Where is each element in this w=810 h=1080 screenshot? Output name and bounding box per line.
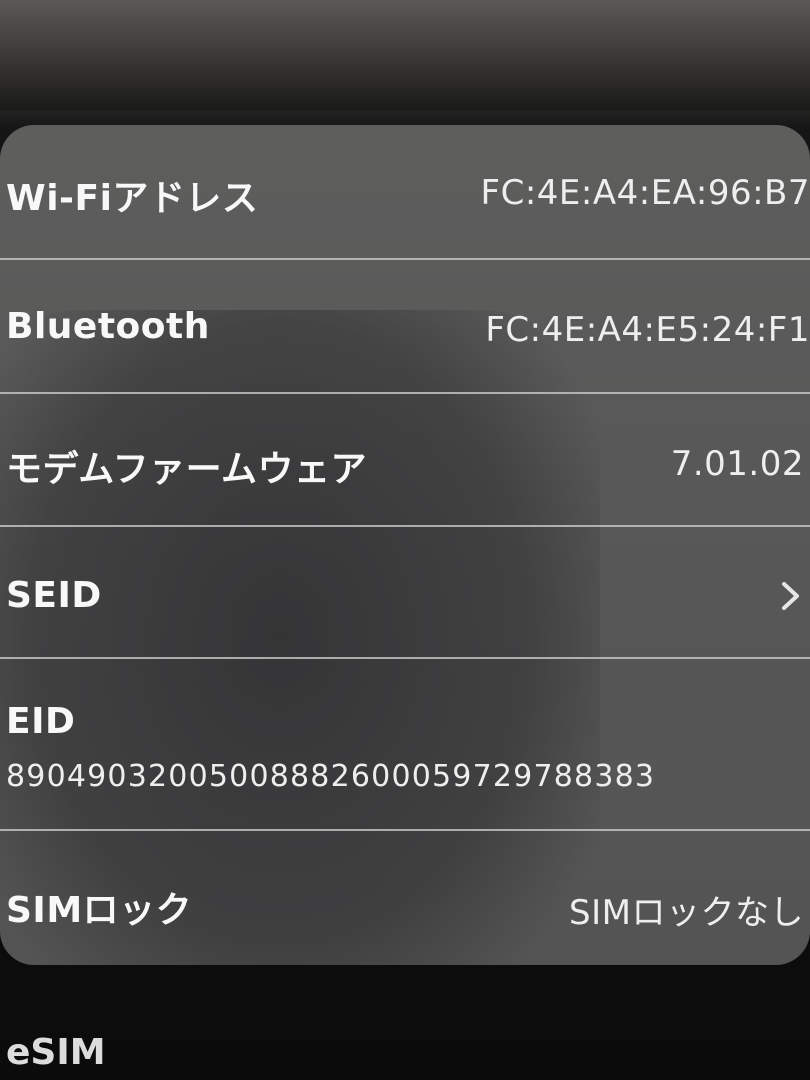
chevron-right-icon [782,582,799,610]
about-settings-group: Wi-Fiアドレス FC:4E:A4:EA:96:B7 Bluetooth FC… [0,125,810,965]
sim-lock-label: SIMロック [6,890,193,931]
seid-label: SEID [6,575,102,616]
sim-lock-row: SIMロック SIMロックなし [0,831,810,965]
bluetooth-row: Bluetooth FC:4E:A4:E5:24:F1 [0,260,810,392]
screen-top-glare [0,0,810,110]
esim-section-header: eSIM [6,1032,106,1073]
modem-firmware-label: モデムファームウェア [6,449,368,490]
eid-label: EID [6,701,76,742]
eid-value: 89049032005008882600059729788383 [6,759,656,794]
modem-firmware-row: モデムファームウェア 7.01.02 [0,394,810,525]
wifi-address-value: FC:4E:A4:EA:96:B7 [480,173,810,213]
modem-firmware-value: 7.01.02 [670,444,804,484]
bluetooth-label: Bluetooth [6,306,210,347]
sim-lock-value: SIMロックなし [569,893,804,933]
wifi-address-row: Wi-Fiアドレス FC:4E:A4:EA:96:B7 [0,125,810,258]
eid-row: EID 89049032005008882600059729788383 [0,659,810,829]
wifi-address-label: Wi-Fiアドレス [6,178,259,219]
bluetooth-value: FC:4E:A4:E5:24:F1 [485,310,810,350]
seid-row[interactable]: SEID [0,527,810,657]
